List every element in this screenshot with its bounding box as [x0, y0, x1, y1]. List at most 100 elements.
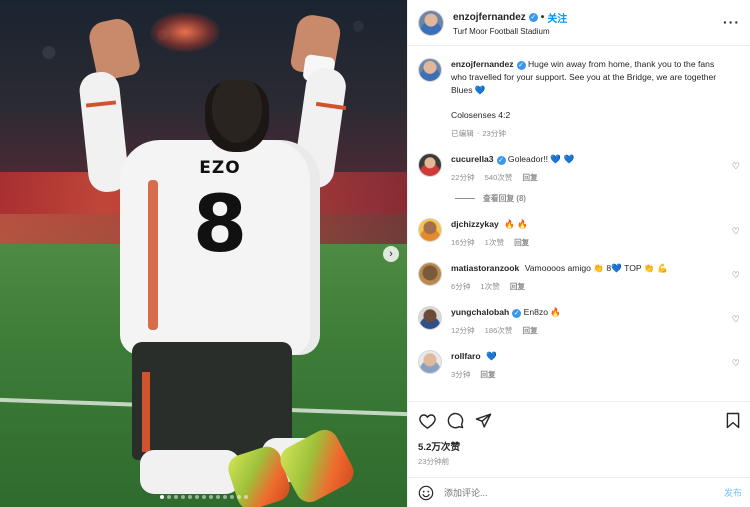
comment-username[interactable]: djchizzykay	[451, 219, 499, 229]
comment-item: cucurella3 ✓ Goleador!! 💙 💙 22分钟 540次赞 回复…	[418, 153, 740, 183]
verified-badge-icon: ✓	[496, 156, 506, 165]
commenter-avatar[interactable]	[418, 306, 442, 330]
shorts-trim	[142, 372, 150, 452]
jersey-name: EZO	[199, 158, 241, 178]
post-media[interactable]: EZO 8 ›	[0, 0, 407, 507]
carousel-dot[interactable]	[208, 495, 213, 499]
carousel-dot[interactable]	[215, 495, 220, 499]
comment-likes[interactable]: 186次赞	[485, 325, 513, 336]
comment-meta: 16分钟 1次赞 回复	[451, 237, 724, 248]
comment-body: matiastoranzook Vamoooos amigo 👏 8💙 TOP …	[451, 262, 740, 292]
caption-separator: ·	[476, 128, 480, 137]
smiley-icon[interactable]	[418, 485, 434, 501]
comment-meta: 3分钟 回复	[451, 369, 724, 380]
reply-button[interactable]: 回复	[523, 325, 538, 336]
comment-text-line: rollfaro 💙	[451, 350, 724, 363]
reply-button[interactable]: 回复	[510, 281, 525, 292]
carousel-dot[interactable]	[159, 495, 164, 499]
carousel-dot[interactable]	[222, 495, 227, 499]
comment-body: yungchalobah ✓ En8zo 🔥 12分钟 186次赞 回复	[451, 306, 740, 336]
comment-text: Goleador!! 💙 💙	[507, 154, 575, 164]
comment-username[interactable]: rollfaro	[451, 351, 481, 361]
comment-like-heart-icon[interactable]: ♡	[732, 358, 740, 369]
post-side-panel: enzojfernandez ✓ • 关注 Turf Moor Football…	[407, 0, 750, 507]
comment-item: matiastoranzook Vamoooos amigo 👏 8💙 TOP …	[418, 262, 740, 292]
author-username[interactable]: enzojfernandez	[453, 12, 526, 23]
comment-like-heart-icon[interactable]: ♡	[732, 161, 740, 172]
carousel-dot[interactable]	[180, 495, 185, 499]
more-options-icon[interactable]: ···	[723, 14, 740, 30]
player-figure: EZO 8	[0, 0, 407, 507]
comment-time: 12分钟	[451, 326, 475, 335]
author-info: enzojfernandez ✓ • 关注 Turf Moor Football…	[453, 10, 567, 36]
verified-badge-icon: ✓	[516, 61, 526, 70]
instagram-post: EZO 8 › enzojfernandez ✓ • 关注 Turf Moor …	[0, 0, 750, 507]
add-comment-bar: 发布	[408, 477, 750, 507]
comment-time: 16分钟	[451, 238, 475, 247]
commenter-avatar[interactable]	[418, 262, 442, 286]
commenter-avatar[interactable]	[418, 218, 442, 242]
comment-meta: 6分钟 1次赞 回复	[451, 281, 724, 292]
caption-username[interactable]: enzojfernandez	[451, 59, 514, 69]
comment-input[interactable]	[444, 487, 684, 498]
comment-username[interactable]: cucurella3	[451, 154, 494, 164]
comment-like-heart-icon[interactable]: ♡	[732, 314, 740, 325]
carousel-dot[interactable]	[187, 495, 192, 499]
carousel-dot[interactable]	[243, 495, 248, 499]
comments-list: enzojfernandez ✓ Huge win away from home,…	[408, 46, 750, 401]
comment-likes[interactable]: 1次赞	[480, 281, 499, 292]
reply-button[interactable]: 回复	[480, 369, 495, 380]
reply-button[interactable]: 回复	[514, 237, 529, 248]
comment-likes[interactable]: 1次赞	[485, 237, 504, 248]
comment-like-heart-icon[interactable]: ♡	[732, 270, 740, 281]
caption: enzojfernandez ✓ Huge win away from home,…	[418, 58, 740, 139]
post-time: 23分钟前	[418, 457, 450, 466]
caption-body: enzojfernandez ✓ Huge win away from home,…	[451, 58, 740, 139]
commenter-avatar[interactable]	[418, 350, 442, 374]
next-slide-button[interactable]: ›	[383, 246, 399, 262]
carousel-dot[interactable]	[194, 495, 199, 499]
post-comment-button[interactable]: 发布	[724, 486, 742, 499]
verified-badge-icon: ✓	[528, 12, 538, 22]
likes-count[interactable]: 5.2万次赞	[408, 439, 750, 453]
comment-body: djchizzykay 🔥 🔥 16分钟 1次赞 回复	[451, 218, 740, 248]
carousel-dot[interactable]	[229, 495, 234, 499]
commenter-avatar[interactable]	[418, 153, 442, 177]
caption-time: 23分钟	[482, 129, 506, 138]
comment-text: 💙	[486, 351, 497, 361]
caption-meta: 已编辑 · 23分钟	[451, 128, 724, 139]
carousel-dot[interactable]	[201, 495, 206, 499]
comment-likes[interactable]: 540次赞	[485, 172, 513, 183]
heart-icon[interactable]	[418, 412, 436, 430]
carousel-dot[interactable]	[166, 495, 171, 499]
carousel-dot[interactable]	[173, 495, 178, 499]
separator-dot: •	[540, 11, 545, 23]
bookmark-icon[interactable]	[726, 412, 740, 431]
comment-body: rollfaro 💙 3分钟 回复	[451, 350, 740, 380]
comment-text-line: yungchalobah ✓ En8zo 🔥	[451, 306, 724, 319]
caption-extra: Colosenses 4:2	[451, 110, 511, 120]
follow-button[interactable]: 关注	[547, 10, 567, 25]
verified-badge-icon: ✓	[512, 309, 522, 318]
comment-icon[interactable]	[446, 412, 464, 430]
caption-avatar[interactable]	[418, 58, 442, 82]
comment-like-heart-icon[interactable]: ♡	[732, 226, 740, 237]
comment-text: En8zo 🔥	[523, 307, 562, 317]
comment-time: 22分钟	[451, 173, 475, 182]
caption-edited: 已编辑	[451, 129, 474, 138]
reply-button[interactable]: 回复	[523, 172, 538, 183]
paper-plane-icon[interactable]	[474, 412, 492, 430]
player-head	[205, 80, 269, 152]
comment-text-line: matiastoranzook Vamoooos amigo 👏 8💙 TOP …	[451, 262, 724, 275]
replies-divider	[455, 198, 475, 199]
comment-username[interactable]: yungchalobah	[451, 307, 509, 317]
comment-item: rollfaro 💙 3分钟 回复 ♡	[418, 350, 740, 380]
comment-text-line: djchizzykay 🔥 🔥	[451, 218, 724, 231]
comment-text: Vamoooos amigo 👏 8💙 TOP 👏 💪	[524, 263, 668, 273]
author-avatar[interactable]	[418, 9, 444, 36]
view-replies-button[interactable]: 查看回复 (8)	[455, 193, 740, 204]
post-header: enzojfernandez ✓ • 关注 Turf Moor Football…	[408, 0, 750, 46]
carousel-dot[interactable]	[236, 495, 241, 499]
post-location[interactable]: Turf Moor Football Stadium	[453, 27, 567, 36]
comment-username[interactable]: matiastoranzook	[451, 263, 519, 273]
